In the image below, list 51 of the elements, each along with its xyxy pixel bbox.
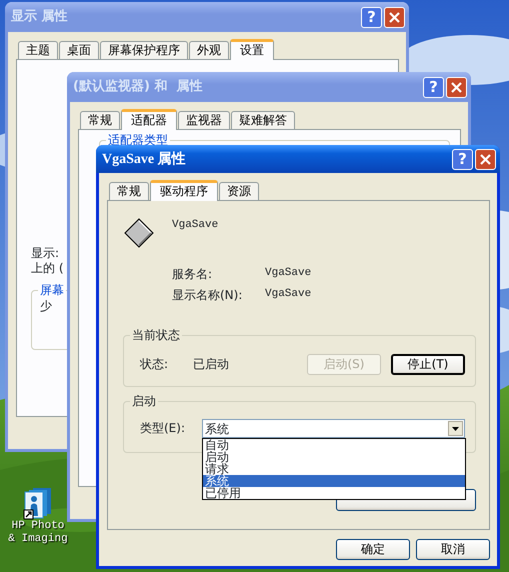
tab[interactable]: 适配器 bbox=[121, 109, 177, 130]
field-value: VgaSave bbox=[265, 287, 312, 302]
window-title: 显示 属性 bbox=[11, 8, 69, 26]
desktop-icon-label[interactable]: HP Photo & Imaging bbox=[6, 520, 70, 546]
window-title: (默认监视器) 和 属性 bbox=[73, 78, 204, 96]
tab[interactable]: 监视器 bbox=[178, 111, 230, 129]
dropdown-arrow-button[interactable] bbox=[448, 421, 463, 436]
device-icon bbox=[123, 217, 155, 249]
caret-icon bbox=[452, 426, 459, 430]
tab[interactable]: 疑难解答 bbox=[231, 111, 295, 129]
group-label: 屏幕 bbox=[38, 283, 66, 297]
tab[interactable]: 外观 bbox=[189, 41, 229, 59]
close-button[interactable] bbox=[446, 76, 467, 98]
service-button[interactable]: 停止(T) bbox=[391, 354, 465, 374]
field-value: VgaSave bbox=[265, 266, 312, 282]
dropdown-option[interactable]: 自动 bbox=[202, 439, 465, 451]
tab[interactable]: 资源 bbox=[219, 182, 259, 200]
help-button[interactable]: ? bbox=[452, 148, 473, 170]
help-button[interactable]: ? bbox=[423, 76, 444, 98]
dropdown-option[interactable]: 启动 bbox=[202, 451, 465, 463]
tab[interactable]: 主题 bbox=[18, 41, 58, 59]
field-label: 服务名: bbox=[172, 266, 214, 282]
tab[interactable]: 常规 bbox=[80, 111, 120, 129]
close-icon bbox=[389, 12, 400, 22]
status-value: 已启动 bbox=[193, 356, 229, 373]
tab[interactable]: 设置 bbox=[230, 39, 274, 60]
dialog-button[interactable]: 取消 bbox=[416, 539, 490, 560]
dropdown-option[interactable]: 请求 bbox=[202, 463, 465, 475]
help-button[interactable]: ? bbox=[361, 6, 382, 28]
dialog-button[interactable]: 确定 bbox=[336, 539, 410, 560]
group-label: 当前状态 bbox=[130, 328, 182, 342]
dropdown-option[interactable]: 系统 bbox=[202, 475, 465, 487]
label-text: 上的 ( bbox=[31, 261, 64, 276]
tab[interactable]: 驱动程序 bbox=[150, 180, 218, 201]
close-button[interactable] bbox=[384, 6, 405, 28]
tab[interactable]: 桌面 bbox=[59, 41, 99, 59]
status-label: 状态: bbox=[140, 356, 170, 373]
close-icon bbox=[451, 82, 462, 92]
dropdown-value: 系统 bbox=[204, 420, 229, 438]
label-text: 显示: bbox=[31, 246, 60, 261]
group-label: 启动 bbox=[130, 394, 158, 408]
close-button[interactable] bbox=[475, 148, 496, 170]
dropdown-option[interactable]: 已停用 bbox=[202, 487, 465, 499]
type-label: 类型(E): bbox=[140, 420, 186, 437]
window-title: VgaSave 属性 bbox=[102, 150, 187, 168]
field-label: 显示名称(N): bbox=[172, 286, 244, 304]
tab[interactable]: 屏幕保护程序 bbox=[100, 41, 188, 59]
driver-name: VgaSave bbox=[172, 218, 218, 233]
close-icon bbox=[480, 154, 491, 164]
tab[interactable]: 常规 bbox=[109, 182, 149, 200]
label-text: 少 bbox=[40, 298, 53, 315]
